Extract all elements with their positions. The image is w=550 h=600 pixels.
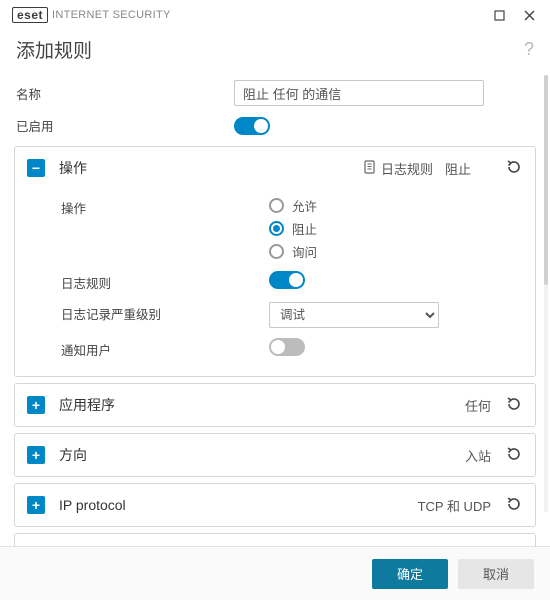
panel-action-tag-action: 阻止 xyxy=(445,159,505,178)
window-maximize-button[interactable] xyxy=(484,1,514,29)
severity-label: 日志记录严重级别 xyxy=(61,302,261,323)
notify-toggle[interactable] xyxy=(269,338,305,356)
enabled-toggle[interactable] xyxy=(234,117,270,135)
enabled-label: 已启用 xyxy=(16,116,224,135)
revert-icon[interactable] xyxy=(505,545,523,547)
logrule-toggle[interactable] xyxy=(269,271,305,289)
row-enabled: 已启用 xyxy=(14,111,536,140)
ok-button[interactable]: 确定 xyxy=(372,559,448,589)
log-icon xyxy=(363,160,377,177)
radio-allow[interactable]: 允许 xyxy=(269,196,523,215)
row-logrule: 日志规则 xyxy=(61,266,523,297)
titlebar: eset INTERNET SECURITY xyxy=(0,0,550,30)
row-severity: 日志记录严重级别 调试 xyxy=(61,297,523,333)
panel-app-title: 应用程序 xyxy=(59,395,209,415)
help-icon[interactable]: ? xyxy=(524,39,534,60)
row-action-radios: 操作 允许 阻止 询问 xyxy=(61,191,523,266)
name-input[interactable] xyxy=(234,80,484,106)
expand-icon: + xyxy=(27,396,45,414)
window-close-button[interactable] xyxy=(514,1,544,29)
panel-action: − 操作 日志规则 阻止 操作 允许 xyxy=(14,146,536,377)
panel-protocol-title: IP protocol xyxy=(59,497,209,513)
scrollbar[interactable] xyxy=(544,75,548,512)
expand-icon: + xyxy=(27,446,45,464)
action-radio-group: 允许 阻止 询问 xyxy=(269,196,523,261)
radio-ask[interactable]: 询问 xyxy=(269,242,523,261)
page-header: 添加规则 ? xyxy=(0,30,550,71)
radio-ask-label: 询问 xyxy=(292,242,317,261)
expand-icon: + xyxy=(27,496,45,514)
logo: eset INTERNET SECURITY xyxy=(12,7,171,23)
panel-protocol: + IP protocol TCP 和 UDP xyxy=(14,483,536,527)
panel-app-summary: 任何 xyxy=(465,396,491,415)
radio-block-label: 阻止 xyxy=(292,219,317,238)
panel-action-body: 操作 允许 阻止 询问 xyxy=(15,189,535,376)
cancel-button[interactable]: 取消 xyxy=(458,559,534,589)
panel-action-title: 操作 xyxy=(59,158,209,178)
logrule-label: 日志规则 xyxy=(61,271,261,292)
revert-icon[interactable] xyxy=(505,495,523,516)
notify-label: 通知用户 xyxy=(61,338,261,359)
panel-protocol-summary: TCP 和 UDP xyxy=(418,496,491,515)
radio-block[interactable]: 阻止 xyxy=(269,219,523,238)
panel-protocol-header[interactable]: + IP protocol TCP 和 UDP xyxy=(15,484,535,526)
panel-app: + 应用程序 任何 xyxy=(14,383,536,427)
panel-action-tag-logrule: 日志规则 xyxy=(363,159,433,178)
panel-direction-header[interactable]: + 方向 入站 xyxy=(15,434,535,476)
dialog-footer: 确定 取消 xyxy=(0,546,550,600)
name-label: 名称 xyxy=(16,84,224,103)
scrollbar-thumb[interactable] xyxy=(544,75,548,285)
row-name: 名称 xyxy=(14,75,536,111)
revert-icon[interactable] xyxy=(505,158,523,179)
radio-allow-label: 允许 xyxy=(292,196,317,215)
panel-direction: + 方向 入站 xyxy=(14,433,536,477)
logo-product: INTERNET SECURITY xyxy=(52,9,171,21)
collapse-icon: − xyxy=(27,159,45,177)
form-area: 名称 已启用 − 操作 日志规则 阻止 操作 xyxy=(0,71,550,546)
revert-icon[interactable] xyxy=(505,445,523,466)
logo-eset: eset xyxy=(12,7,48,23)
panel-local: + 本地主机 任何 xyxy=(14,533,536,546)
panel-action-header[interactable]: − 操作 日志规则 阻止 xyxy=(15,147,535,189)
revert-icon[interactable] xyxy=(505,395,523,416)
panel-local-summary: 任何 xyxy=(465,546,491,547)
panel-local-title: 本地主机 xyxy=(59,545,209,546)
panel-direction-summary: 入站 xyxy=(465,446,491,465)
page-title: 添加规则 xyxy=(16,36,92,63)
panel-local-header[interactable]: + 本地主机 任何 xyxy=(15,534,535,546)
row-notify: 通知用户 xyxy=(61,333,523,364)
panel-direction-title: 方向 xyxy=(59,445,209,465)
severity-select[interactable]: 调试 xyxy=(269,302,439,328)
panel-app-header[interactable]: + 应用程序 任何 xyxy=(15,384,535,426)
action-label: 操作 xyxy=(61,196,261,217)
